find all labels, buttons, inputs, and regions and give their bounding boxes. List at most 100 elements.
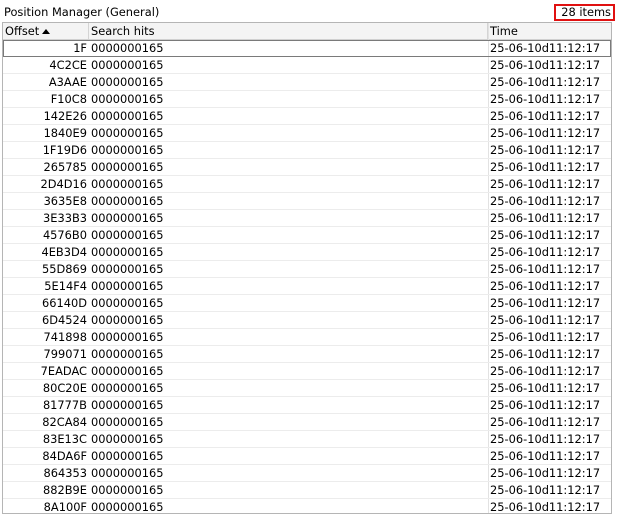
table-row[interactable]: F10C8 0000000165 25-06-10d11:12:17 xyxy=(3,91,611,108)
table-row[interactable]: 3635E8 0000000165 25-06-10d11:12:17 xyxy=(3,193,611,210)
cell-offset: 3635E8 xyxy=(43,194,87,208)
cell-search-hits: 0000000165 xyxy=(91,415,164,429)
table-row[interactable]: 4576B0 0000000165 25-06-10d11:12:17 xyxy=(3,227,611,244)
table-row[interactable]: 55D869 0000000165 25-06-10d11:12:17 xyxy=(3,261,611,278)
cell-search-hits: 0000000165 xyxy=(91,279,164,293)
cell-search-hits: 0000000165 xyxy=(91,483,164,497)
table-row[interactable]: 80C20E 0000000165 25-06-10d11:12:17 xyxy=(3,380,611,397)
cell-time: 25-06-10d11:12:17 xyxy=(490,398,601,412)
cell-time: 25-06-10d11:12:17 xyxy=(490,262,601,276)
panel-title-bar: Position Manager (General) 28 items xyxy=(0,4,618,21)
cell-offset: 66140D xyxy=(41,296,87,310)
cell-offset: 864353 xyxy=(43,466,87,480)
cell-search-hits: 0000000165 xyxy=(91,364,164,378)
cell-search-hits: 0000000165 xyxy=(91,92,164,106)
column-header-time-label: Time xyxy=(490,24,518,38)
cell-time: 25-06-10d11:12:17 xyxy=(490,58,601,72)
cell-time: 25-06-10d11:12:17 xyxy=(490,194,601,208)
cell-search-hits: 0000000165 xyxy=(91,313,164,327)
cell-time: 25-06-10d11:12:17 xyxy=(490,466,601,480)
cell-offset: 4C2CE xyxy=(49,58,87,72)
cell-search-hits: 0000000165 xyxy=(91,228,164,242)
cell-search-hits: 0000000165 xyxy=(91,177,164,191)
cell-search-hits: 0000000165 xyxy=(91,194,164,208)
table-row[interactable]: 142E26 0000000165 25-06-10d11:12:17 xyxy=(3,108,611,125)
table-row[interactable]: 1F 0000000165 25-06-10d11:12:17 xyxy=(3,40,611,57)
cell-search-hits: 0000000165 xyxy=(91,330,164,344)
cell-offset: 1F19D6 xyxy=(42,143,87,157)
table-header: Offset Search hits Time xyxy=(3,23,611,40)
cell-offset: 1840E9 xyxy=(43,126,87,140)
table-row[interactable]: 81777B 0000000165 25-06-10d11:12:17 xyxy=(3,397,611,414)
cell-time: 25-06-10d11:12:17 xyxy=(490,415,601,429)
cell-search-hits: 0000000165 xyxy=(91,296,164,310)
cell-search-hits: 0000000165 xyxy=(91,398,164,412)
cell-search-hits: 0000000165 xyxy=(91,432,164,446)
column-header-search-hits-label: Search hits xyxy=(91,24,155,38)
table-row[interactable]: 4EB3D4 0000000165 25-06-10d11:12:17 xyxy=(3,244,611,261)
positions-table[interactable]: Offset Search hits Time 1F 0000000165 25-0… xyxy=(2,22,612,514)
cell-time: 25-06-10d11:12:17 xyxy=(490,449,601,463)
cell-offset: 55D869 xyxy=(41,262,87,276)
cell-offset: 5E14F4 xyxy=(44,279,87,293)
cell-time: 25-06-10d11:12:17 xyxy=(490,228,601,242)
sort-ascending-icon xyxy=(42,29,51,34)
table-row[interactable]: 66140D 0000000165 25-06-10d11:12:17 xyxy=(3,295,611,312)
cell-offset: 84DA6F xyxy=(42,449,87,463)
cell-offset: 265785 xyxy=(43,160,87,174)
table-row[interactable]: 864353 0000000165 25-06-10d11:12:17 xyxy=(3,465,611,482)
cell-time: 25-06-10d11:12:17 xyxy=(490,177,601,191)
table-row[interactable]: 7EADAC 0000000165 25-06-10d11:12:17 xyxy=(3,363,611,380)
cell-search-hits: 0000000165 xyxy=(91,262,164,276)
column-header-offset[interactable]: Offset xyxy=(3,23,89,39)
cell-offset: A3AAE xyxy=(48,75,87,89)
cell-offset: 80C20E xyxy=(42,381,87,395)
table-row[interactable]: 1840E9 0000000165 25-06-10d11:12:17 xyxy=(3,125,611,142)
cell-search-hits: 0000000165 xyxy=(91,160,164,174)
cell-offset: 2D4D16 xyxy=(40,177,87,191)
table-row[interactable]: 741898 0000000165 25-06-10d11:12:17 xyxy=(3,329,611,346)
table-row[interactable]: 799071 0000000165 25-06-10d11:12:17 xyxy=(3,346,611,363)
table-body: 1F 0000000165 25-06-10d11:12:17 4C2CE 000000… xyxy=(3,40,611,514)
panel-title: Position Manager (General) xyxy=(4,5,160,19)
cell-offset: 7EADAC xyxy=(40,364,87,378)
table-row[interactable]: 882B9E 0000000165 25-06-10d11:12:17 xyxy=(3,482,611,499)
cell-offset: 4EB3D4 xyxy=(41,245,87,259)
cell-offset: 882B9E xyxy=(43,483,87,497)
cell-time: 25-06-10d11:12:17 xyxy=(490,92,601,106)
cell-search-hits: 0000000165 xyxy=(91,211,164,225)
cell-time: 25-06-10d11:12:17 xyxy=(490,279,601,293)
table-row[interactable]: 265785 0000000165 25-06-10d11:12:17 xyxy=(3,159,611,176)
table-row[interactable]: 6D4524 0000000165 25-06-10d11:12:17 xyxy=(3,312,611,329)
table-row[interactable]: 2D4D16 0000000165 25-06-10d11:12:17 xyxy=(3,176,611,193)
cell-search-hits: 0000000165 xyxy=(91,109,164,123)
column-header-search-hits[interactable]: Search hits xyxy=(89,23,488,39)
table-row[interactable]: 5E14F4 0000000165 25-06-10d11:12:17 xyxy=(3,278,611,295)
cell-search-hits: 0000000165 xyxy=(91,466,164,480)
table-row[interactable]: 3E33B3 0000000165 25-06-10d11:12:17 xyxy=(3,210,611,227)
cell-search-hits: 0000000165 xyxy=(91,126,164,140)
cell-time: 25-06-10d11:12:17 xyxy=(490,330,601,344)
cell-search-hits: 0000000165 xyxy=(91,381,164,395)
cell-search-hits: 0000000165 xyxy=(91,245,164,259)
cell-search-hits: 0000000165 xyxy=(91,41,164,55)
table-row[interactable]: 4C2CE 0000000165 25-06-10d11:12:17 xyxy=(3,57,611,74)
cell-offset: F10C8 xyxy=(50,92,87,106)
table-row[interactable]: 82CA84 0000000165 25-06-10d11:12:17 xyxy=(3,414,611,431)
cell-time: 25-06-10d11:12:17 xyxy=(490,75,601,89)
table-row[interactable]: 83E13C 0000000165 25-06-10d11:12:17 xyxy=(3,431,611,448)
cell-offset: 4576B0 xyxy=(42,228,87,242)
table-row[interactable]: A3AAE 0000000165 25-06-10d11:12:17 xyxy=(3,74,611,91)
cell-time: 25-06-10d11:12:17 xyxy=(490,313,601,327)
table-row[interactable]: 84DA6F 0000000165 25-06-10d11:12:17 xyxy=(3,448,611,465)
table-row[interactable]: 1F19D6 0000000165 25-06-10d11:12:17 xyxy=(3,142,611,159)
cell-time: 25-06-10d11:12:17 xyxy=(490,483,601,497)
cell-time: 25-06-10d11:12:17 xyxy=(490,364,601,378)
cell-search-hits: 0000000165 xyxy=(91,500,164,514)
table-row[interactable]: 8A100F 0000000165 25-06-10d11:12:17 xyxy=(3,499,611,514)
cell-search-hits: 0000000165 xyxy=(91,58,164,72)
cell-time: 25-06-10d11:12:17 xyxy=(490,160,601,174)
cell-time: 25-06-10d11:12:17 xyxy=(490,109,601,123)
cell-time: 25-06-10d11:12:17 xyxy=(490,245,601,259)
column-header-time[interactable]: Time xyxy=(488,23,611,39)
